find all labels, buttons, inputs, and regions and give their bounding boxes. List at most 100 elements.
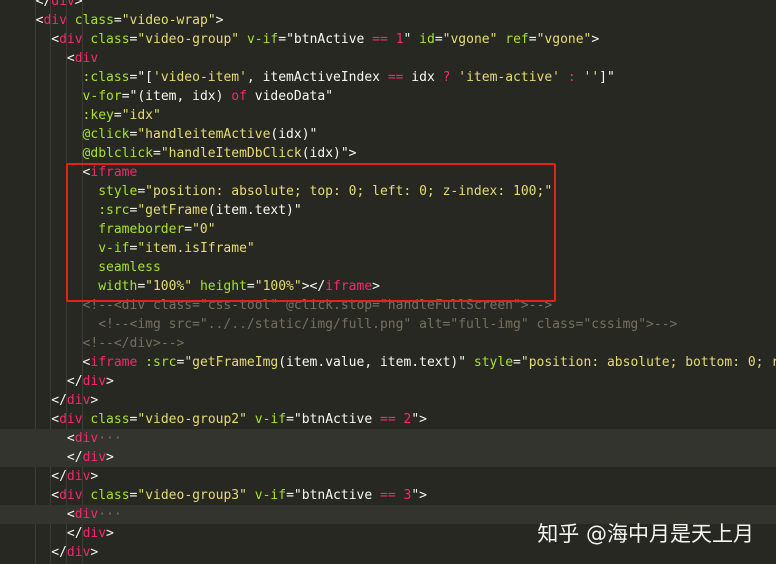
code-editor[interactable]: </div> <div class="video-wrap"> <div class… [0, 0, 776, 564]
code-token: width [98, 279, 138, 294]
code-line-content: </div> [36, 0, 83, 11]
code-token: idx [403, 70, 443, 85]
code-token: < [66, 51, 75, 66]
code-token: "video-group3" [137, 488, 247, 503]
code-token: > [106, 526, 114, 541]
code-line-content: width="100%" height="100%"></iframe> [98, 277, 380, 296]
code-token: style [473, 355, 514, 370]
code-token: id [419, 32, 435, 47]
code-token: "> [411, 412, 427, 427]
code-token: div [82, 374, 107, 389]
code-line[interactable]: seamless [0, 258, 776, 277]
code-token: ="[ [129, 70, 153, 85]
code-token: "position: absolute; bottom: 0; right: 0… [520, 355, 776, 370]
code-token: div [66, 545, 91, 560]
code-line[interactable]: <iframe [0, 163, 776, 182]
code-token: v-if [254, 488, 287, 503]
code-line[interactable]: </div> [0, 0, 776, 11]
code-line-content: :src="getFrame(item.text)" [98, 201, 302, 220]
code-line[interactable]: @dblclick="handleItemDbClick(idx)"> [0, 144, 776, 163]
code-line[interactable]: <iframe :src="getFrameImg(item.value, it… [0, 353, 776, 372]
code-line[interactable]: <!--</div>--> [0, 334, 776, 353]
code-line[interactable]: <div··· [0, 429, 776, 448]
code-token: btnActive [301, 412, 381, 427]
code-token: v-for [82, 89, 122, 104]
code-token: class [90, 412, 130, 427]
code-token: < [66, 431, 75, 446]
code-token: </ [51, 545, 67, 560]
code-token: div [59, 32, 83, 47]
code-token: = [184, 222, 193, 237]
code-line[interactable]: <!--<div class="css-tool" @click.stop="h… [0, 296, 776, 315]
code-line[interactable]: <div class="video-wrap"> [0, 11, 776, 30]
code-token: </ [66, 526, 83, 541]
code-line-content: frameborder="0" [98, 220, 215, 239]
code-token: @dblclick [82, 146, 153, 161]
code-token: "0" [192, 222, 216, 237]
code-line[interactable]: </div> [0, 391, 776, 410]
code-token: "video-wrap" [121, 13, 216, 28]
code-line-content: seamless [98, 258, 161, 277]
code-token: == [380, 412, 396, 427]
code-token: "> [411, 488, 427, 503]
code-line[interactable]: @click="handleitemActive(idx)" [0, 125, 776, 144]
code-line[interactable]: :src="getFrame(item.text)" [0, 201, 776, 220]
code-line[interactable]: width="100%" height="100%"></iframe> [0, 277, 776, 296]
code-line[interactable]: <div class="video-group2" v-if="btnActiv… [0, 410, 776, 429]
code-token: div [51, 0, 75, 9]
code-line-content: <div [67, 49, 98, 68]
code-line[interactable]: frameborder="0" [0, 220, 776, 239]
code-line-content: <iframe [83, 163, 138, 182]
code-token: <!--<img src="../../static/img/full.png"… [98, 317, 678, 332]
code-token: div [66, 469, 91, 484]
code-token: div [74, 51, 99, 66]
code-line[interactable]: <!--<img src="../../static/img/full.png"… [0, 315, 776, 334]
code-line[interactable]: <div class="video-group3" v-if="btnActiv… [0, 486, 776, 505]
code-line[interactable]: </div> [0, 467, 776, 486]
code-line-content: <!--<div class="css-tool" @click.stop="h… [83, 296, 553, 315]
code-token: "video-group2" [137, 412, 247, 427]
code-token: height [199, 279, 247, 294]
code-token: v-if [254, 412, 287, 427]
code-line-content: @dblclick="handleItemDbClick(idx)"> [83, 144, 357, 163]
code-token: </ [51, 469, 67, 484]
code-token: v-if [98, 241, 130, 256]
code-line[interactable]: </div> [0, 372, 776, 391]
code-line-content: @click="handleitemActive(idx)" [83, 125, 318, 144]
code-token: div [82, 526, 107, 541]
code-token: =" [286, 488, 302, 503]
code-line-content: </div> [51, 467, 98, 486]
code-token: div [74, 431, 99, 446]
code-line[interactable]: :key="idx" [0, 106, 776, 125]
code-token: class [90, 488, 130, 503]
code-token: seamless [98, 260, 161, 275]
code-line[interactable]: v-if="item.isIframe" [0, 239, 776, 258]
code-line[interactable]: <div class="video-group" v-if="btnActive… [0, 30, 776, 49]
code-line[interactable]: style="position: absolute; top: 0; left:… [0, 182, 776, 201]
code-line-content: :class="['video-item', itemActiveIndex =… [83, 68, 615, 87]
code-token: == [380, 488, 396, 503]
code-token: = [528, 32, 537, 47]
code-token: 'video-item' [153, 70, 247, 85]
code-token: "vgone" [536, 32, 592, 47]
code-token: @click [82, 127, 130, 142]
code-line[interactable]: v-for="(item, idx) of videoData" [0, 87, 776, 106]
code-token: 1 [395, 32, 404, 47]
code-line[interactable]: :class="['video-item', itemActiveIndex =… [0, 68, 776, 87]
code-token: videoData" [246, 89, 334, 104]
code-token: ="(item, idx) [121, 89, 232, 104]
code-line[interactable]: <div [0, 49, 776, 68]
code-line-content: :key="idx" [83, 106, 161, 125]
code-token: "item.isIframe" [137, 241, 255, 256]
code-token: (item.value, item.text)" [278, 355, 474, 370]
code-token: "getFrame [137, 203, 208, 218]
code-line[interactable]: </div> [0, 448, 776, 467]
